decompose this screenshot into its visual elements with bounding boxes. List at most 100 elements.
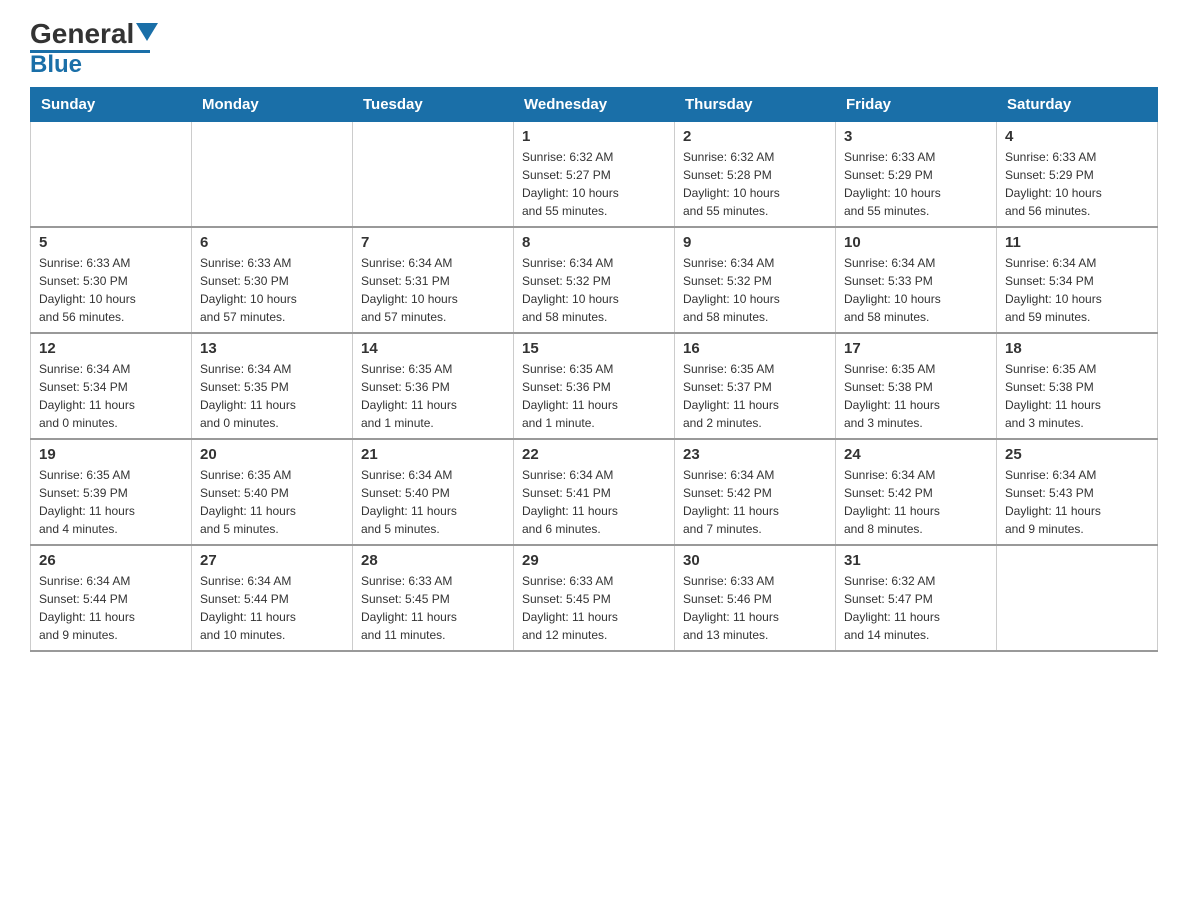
day-number: 20: [200, 446, 344, 463]
day-cell: 26 Sunrise: 6:34 AM Sunset: 5:44 PM Dayli…: [31, 545, 192, 651]
day-number: 10: [844, 234, 988, 251]
day-cell: 20 Sunrise: 6:35 AM Sunset: 5:40 PM Dayli…: [192, 439, 353, 545]
day-cell: [31, 122, 192, 228]
header-cell-monday: Monday: [192, 88, 353, 122]
day-cell: 27 Sunrise: 6:34 AM Sunset: 5:44 PM Dayli…: [192, 545, 353, 651]
logo-general-text: General: [30, 20, 134, 48]
day-info: Sunrise: 6:35 AM Sunset: 5:37 PM Dayligh…: [683, 360, 827, 432]
week-row-5: 26 Sunrise: 6:34 AM Sunset: 5:44 PM Dayli…: [31, 545, 1158, 651]
day-cell: 31 Sunrise: 6:32 AM Sunset: 5:47 PM Dayli…: [836, 545, 997, 651]
day-number: 31: [844, 552, 988, 569]
day-cell: [353, 122, 514, 228]
logo: General Blue: [30, 20, 158, 77]
day-info: Sunrise: 6:33 AM Sunset: 5:45 PM Dayligh…: [361, 572, 505, 644]
header-cell-saturday: Saturday: [997, 88, 1158, 122]
day-cell: 10Sunrise: 6:34 AM Sunset: 5:33 PM Dayli…: [836, 227, 997, 333]
day-cell: [997, 545, 1158, 651]
week-row-3: 12 Sunrise: 6:34 AM Sunset: 5:34 PM Dayli…: [31, 333, 1158, 439]
day-info: Sunrise: 6:33 AM Sunset: 5:45 PM Dayligh…: [522, 572, 666, 644]
day-number: 2: [683, 128, 827, 145]
day-number: 29: [522, 552, 666, 569]
day-cell: 13Sunrise: 6:34 AM Sunset: 5:35 PM Dayli…: [192, 333, 353, 439]
day-info: Sunrise: 6:33 AM Sunset: 5:30 PM Dayligh…: [200, 254, 344, 326]
day-info: Sunrise: 6:33 AM Sunset: 5:30 PM Dayligh…: [39, 254, 183, 326]
day-number: 27: [200, 552, 344, 569]
day-info: Sunrise: 6:34 AM Sunset: 5:42 PM Dayligh…: [844, 466, 988, 538]
day-info: Sunrise: 6:35 AM Sunset: 5:38 PM Dayligh…: [1005, 360, 1149, 432]
day-number: 9: [683, 234, 827, 251]
day-cell: [192, 122, 353, 228]
day-cell: 11Sunrise: 6:34 AM Sunset: 5:34 PM Dayli…: [997, 227, 1158, 333]
day-info: Sunrise: 6:34 AM Sunset: 5:41 PM Dayligh…: [522, 466, 666, 538]
day-cell: 7 Sunrise: 6:34 AM Sunset: 5:31 PM Daylig…: [353, 227, 514, 333]
day-info: Sunrise: 6:35 AM Sunset: 5:38 PM Dayligh…: [844, 360, 988, 432]
calendar-header: SundayMondayTuesdayWednesdayThursdayFrid…: [31, 88, 1158, 122]
day-cell: 4 Sunrise: 6:33 AM Sunset: 5:29 PM Daylig…: [997, 122, 1158, 228]
day-info: Sunrise: 6:34 AM Sunset: 5:31 PM Dayligh…: [361, 254, 505, 326]
day-info: Sunrise: 6:35 AM Sunset: 5:40 PM Dayligh…: [200, 466, 344, 538]
day-number: 24: [844, 446, 988, 463]
day-cell: 6 Sunrise: 6:33 AM Sunset: 5:30 PM Daylig…: [192, 227, 353, 333]
day-number: 6: [200, 234, 344, 251]
day-cell: 3 Sunrise: 6:33 AM Sunset: 5:29 PM Daylig…: [836, 122, 997, 228]
day-info: Sunrise: 6:34 AM Sunset: 5:32 PM Dayligh…: [522, 254, 666, 326]
day-info: Sunrise: 6:34 AM Sunset: 5:44 PM Dayligh…: [39, 572, 183, 644]
header-row: SundayMondayTuesdayWednesdayThursdayFrid…: [31, 88, 1158, 122]
day-cell: 23 Sunrise: 6:34 AM Sunset: 5:42 PM Dayli…: [675, 439, 836, 545]
day-cell: 2Sunrise: 6:32 AM Sunset: 5:28 PM Daylig…: [675, 122, 836, 228]
day-cell: 15 Sunrise: 6:35 AM Sunset: 5:36 PM Dayli…: [514, 333, 675, 439]
day-info: Sunrise: 6:33 AM Sunset: 5:46 PM Dayligh…: [683, 572, 827, 644]
calendar-table: SundayMondayTuesdayWednesdayThursdayFrid…: [30, 87, 1158, 652]
day-cell: 29 Sunrise: 6:33 AM Sunset: 5:45 PM Dayli…: [514, 545, 675, 651]
day-number: 25: [1005, 446, 1149, 463]
day-cell: 21 Sunrise: 6:34 AM Sunset: 5:40 PM Dayli…: [353, 439, 514, 545]
logo-blue-text: Blue: [30, 53, 82, 77]
day-info: Sunrise: 6:33 AM Sunset: 5:29 PM Dayligh…: [1005, 148, 1149, 220]
day-info: Sunrise: 6:35 AM Sunset: 5:36 PM Dayligh…: [361, 360, 505, 432]
day-info: Sunrise: 6:34 AM Sunset: 5:44 PM Dayligh…: [200, 572, 344, 644]
day-cell: 19Sunrise: 6:35 AM Sunset: 5:39 PM Dayli…: [31, 439, 192, 545]
day-info: Sunrise: 6:34 AM Sunset: 5:34 PM Dayligh…: [39, 360, 183, 432]
day-info: Sunrise: 6:32 AM Sunset: 5:47 PM Dayligh…: [844, 572, 988, 644]
week-row-4: 19Sunrise: 6:35 AM Sunset: 5:39 PM Dayli…: [31, 439, 1158, 545]
day-cell: 17Sunrise: 6:35 AM Sunset: 5:38 PM Dayli…: [836, 333, 997, 439]
day-info: Sunrise: 6:34 AM Sunset: 5:42 PM Dayligh…: [683, 466, 827, 538]
day-info: Sunrise: 6:35 AM Sunset: 5:36 PM Dayligh…: [522, 360, 666, 432]
day-number: 26: [39, 552, 183, 569]
day-number: 23: [683, 446, 827, 463]
header-cell-wednesday: Wednesday: [514, 88, 675, 122]
day-cell: 18Sunrise: 6:35 AM Sunset: 5:38 PM Dayli…: [997, 333, 1158, 439]
day-number: 28: [361, 552, 505, 569]
day-number: 21: [361, 446, 505, 463]
day-number: 12: [39, 340, 183, 357]
week-row-2: 5Sunrise: 6:33 AM Sunset: 5:30 PM Daylig…: [31, 227, 1158, 333]
day-number: 15: [522, 340, 666, 357]
day-number: 7: [361, 234, 505, 251]
day-number: 19: [39, 446, 183, 463]
day-cell: 5Sunrise: 6:33 AM Sunset: 5:30 PM Daylig…: [31, 227, 192, 333]
day-cell: 22 Sunrise: 6:34 AM Sunset: 5:41 PM Dayli…: [514, 439, 675, 545]
header-cell-tuesday: Tuesday: [353, 88, 514, 122]
day-number: 3: [844, 128, 988, 145]
header-cell-friday: Friday: [836, 88, 997, 122]
day-cell: 16Sunrise: 6:35 AM Sunset: 5:37 PM Dayli…: [675, 333, 836, 439]
day-info: Sunrise: 6:33 AM Sunset: 5:29 PM Dayligh…: [844, 148, 988, 220]
day-number: 8: [522, 234, 666, 251]
page-header: General Blue: [30, 20, 1158, 77]
day-info: Sunrise: 6:34 AM Sunset: 5:43 PM Dayligh…: [1005, 466, 1149, 538]
day-cell: 28 Sunrise: 6:33 AM Sunset: 5:45 PM Dayli…: [353, 545, 514, 651]
day-info: Sunrise: 6:32 AM Sunset: 5:27 PM Dayligh…: [522, 148, 666, 220]
day-number: 4: [1005, 128, 1149, 145]
day-cell: 25 Sunrise: 6:34 AM Sunset: 5:43 PM Dayli…: [997, 439, 1158, 545]
day-number: 1: [522, 128, 666, 145]
day-cell: 8 Sunrise: 6:34 AM Sunset: 5:32 PM Daylig…: [514, 227, 675, 333]
day-cell: 30 Sunrise: 6:33 AM Sunset: 5:46 PM Dayli…: [675, 545, 836, 651]
day-info: Sunrise: 6:34 AM Sunset: 5:40 PM Dayligh…: [361, 466, 505, 538]
day-number: 22: [522, 446, 666, 463]
header-cell-sunday: Sunday: [31, 88, 192, 122]
day-number: 11: [1005, 234, 1149, 251]
day-number: 30: [683, 552, 827, 569]
day-info: Sunrise: 6:34 AM Sunset: 5:35 PM Dayligh…: [200, 360, 344, 432]
day-info: Sunrise: 6:34 AM Sunset: 5:32 PM Dayligh…: [683, 254, 827, 326]
day-cell: 9 Sunrise: 6:34 AM Sunset: 5:32 PM Daylig…: [675, 227, 836, 333]
